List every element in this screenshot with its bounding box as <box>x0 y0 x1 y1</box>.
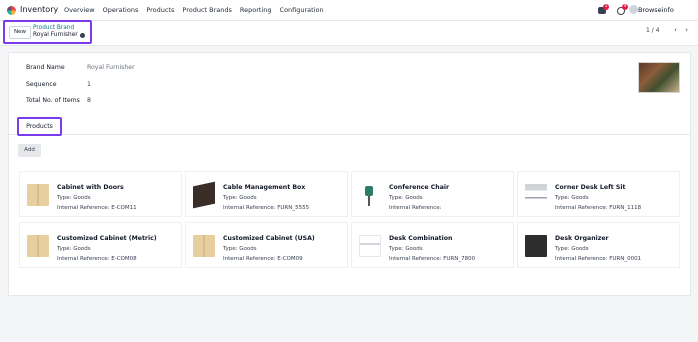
sequence-label: Sequence <box>26 81 57 88</box>
product-name: Conference Chair <box>389 184 450 191</box>
product-card[interactable]: Desk Organizer Type: Goods Internal Refe… <box>517 222 680 268</box>
product-card[interactable]: Conference Chair Type: Goods Internal Re… <box>351 171 514 217</box>
total-items-label: Total No. of Items <box>26 97 80 104</box>
cabinet-icon <box>193 235 215 257</box>
menu-overview[interactable]: Overview <box>64 6 95 14</box>
gear-icon[interactable] <box>80 33 85 38</box>
product-type: Type: Goods <box>389 246 423 252</box>
product-reference: Internal Reference: FURN_1118 <box>555 205 642 211</box>
product-type: Type: Goods <box>555 195 589 201</box>
total-items-value: 8 <box>87 97 91 104</box>
app-name[interactable]: Inventory <box>20 5 58 14</box>
product-reference: Internal Reference: E-COM08 <box>57 256 137 262</box>
product-card[interactable]: Cable Management Box Type: Goods Interna… <box>185 171 348 217</box>
product-name: Customized Cabinet (USA) <box>223 235 315 242</box>
product-card[interactable]: Corner Desk Left Sit Type: Goods Interna… <box>517 171 680 217</box>
product-reference: Internal Reference: FURN_5555 <box>223 205 310 211</box>
pager-previous-button[interactable]: ‹ <box>671 26 680 35</box>
product-name: Desk Organizer <box>555 235 609 242</box>
desk-icon <box>525 184 547 206</box>
product-name: Cabinet with Doors <box>57 184 124 191</box>
product-reference: Internal Reference: FURN_7800 <box>389 256 476 262</box>
product-name: Cable Management Box <box>223 184 306 191</box>
product-card[interactable]: Cabinet with Doors Type: Goods Internal … <box>19 171 182 217</box>
brand-image[interactable] <box>638 62 680 93</box>
product-name: Desk Combination <box>389 235 453 242</box>
brand-name-field[interactable]: Royal Furnisher <box>87 64 135 71</box>
user-name[interactable]: Browseinfo <box>638 6 674 14</box>
product-type: Type: Goods <box>57 246 91 252</box>
product-type: Type: Goods <box>223 246 257 252</box>
brand-name-label: Brand Name <box>26 64 65 71</box>
cabinet-icon <box>27 184 49 206</box>
product-reference: Internal Reference: FURN_0001 <box>555 256 642 262</box>
product-type: Type: Goods <box>389 195 423 201</box>
product-reference: Internal Reference: E-COM11 <box>57 205 137 211</box>
product-card[interactable]: Customized Cabinet (USA) Type: Goods Int… <box>185 222 348 268</box>
menu-products[interactable]: Products <box>146 6 174 14</box>
pager-value[interactable]: 1 / 4 <box>646 27 659 34</box>
cabinet-icon <box>27 235 49 257</box>
product-name: Customized Cabinet (Metric) <box>57 235 157 242</box>
activity-badge: 4 <box>622 4 628 10</box>
menu-product-brands[interactable]: Product Brands <box>182 6 232 14</box>
organizer-icon <box>525 235 547 257</box>
menu-configuration[interactable]: Configuration <box>280 6 324 14</box>
desk-combination-icon <box>359 235 381 257</box>
product-reference: Internal Reference: E-COM09 <box>223 256 303 262</box>
product-type: Type: Goods <box>555 246 589 252</box>
control-panel <box>0 21 698 46</box>
box-icon <box>193 181 215 209</box>
tab-products[interactable]: Products <box>17 117 62 136</box>
product-name: Corner Desk Left Sit <box>555 184 626 191</box>
sequence-field[interactable]: 1 <box>87 81 91 88</box>
pager-next-button[interactable]: › <box>682 26 691 35</box>
add-button[interactable]: Add <box>18 144 41 157</box>
main-menu: Overview Operations Products Product Bra… <box>64 6 324 14</box>
menu-operations[interactable]: Operations <box>103 6 139 14</box>
product-type: Type: Goods <box>223 195 257 201</box>
app-logo-icon[interactable] <box>7 6 16 15</box>
tabs-divider <box>9 134 690 135</box>
menu-reporting[interactable]: Reporting <box>240 6 272 14</box>
chair-icon <box>359 184 381 206</box>
breadcrumb-parent[interactable]: Product Brand <box>33 25 74 31</box>
product-card[interactable]: Desk Combination Type: Goods Internal Re… <box>351 222 514 268</box>
product-card[interactable]: Customized Cabinet (Metric) Type: Goods … <box>19 222 182 268</box>
top-navbar: Inventory Overview Operations Products P… <box>0 0 698 21</box>
new-button[interactable]: New <box>9 26 31 39</box>
product-reference: Internal Reference: <box>389 205 442 211</box>
messages-badge: 1 <box>603 4 609 10</box>
breadcrumb-current: Royal Furnisher <box>33 32 78 38</box>
user-avatar[interactable] <box>629 5 638 14</box>
product-type: Type: Goods <box>57 195 91 201</box>
